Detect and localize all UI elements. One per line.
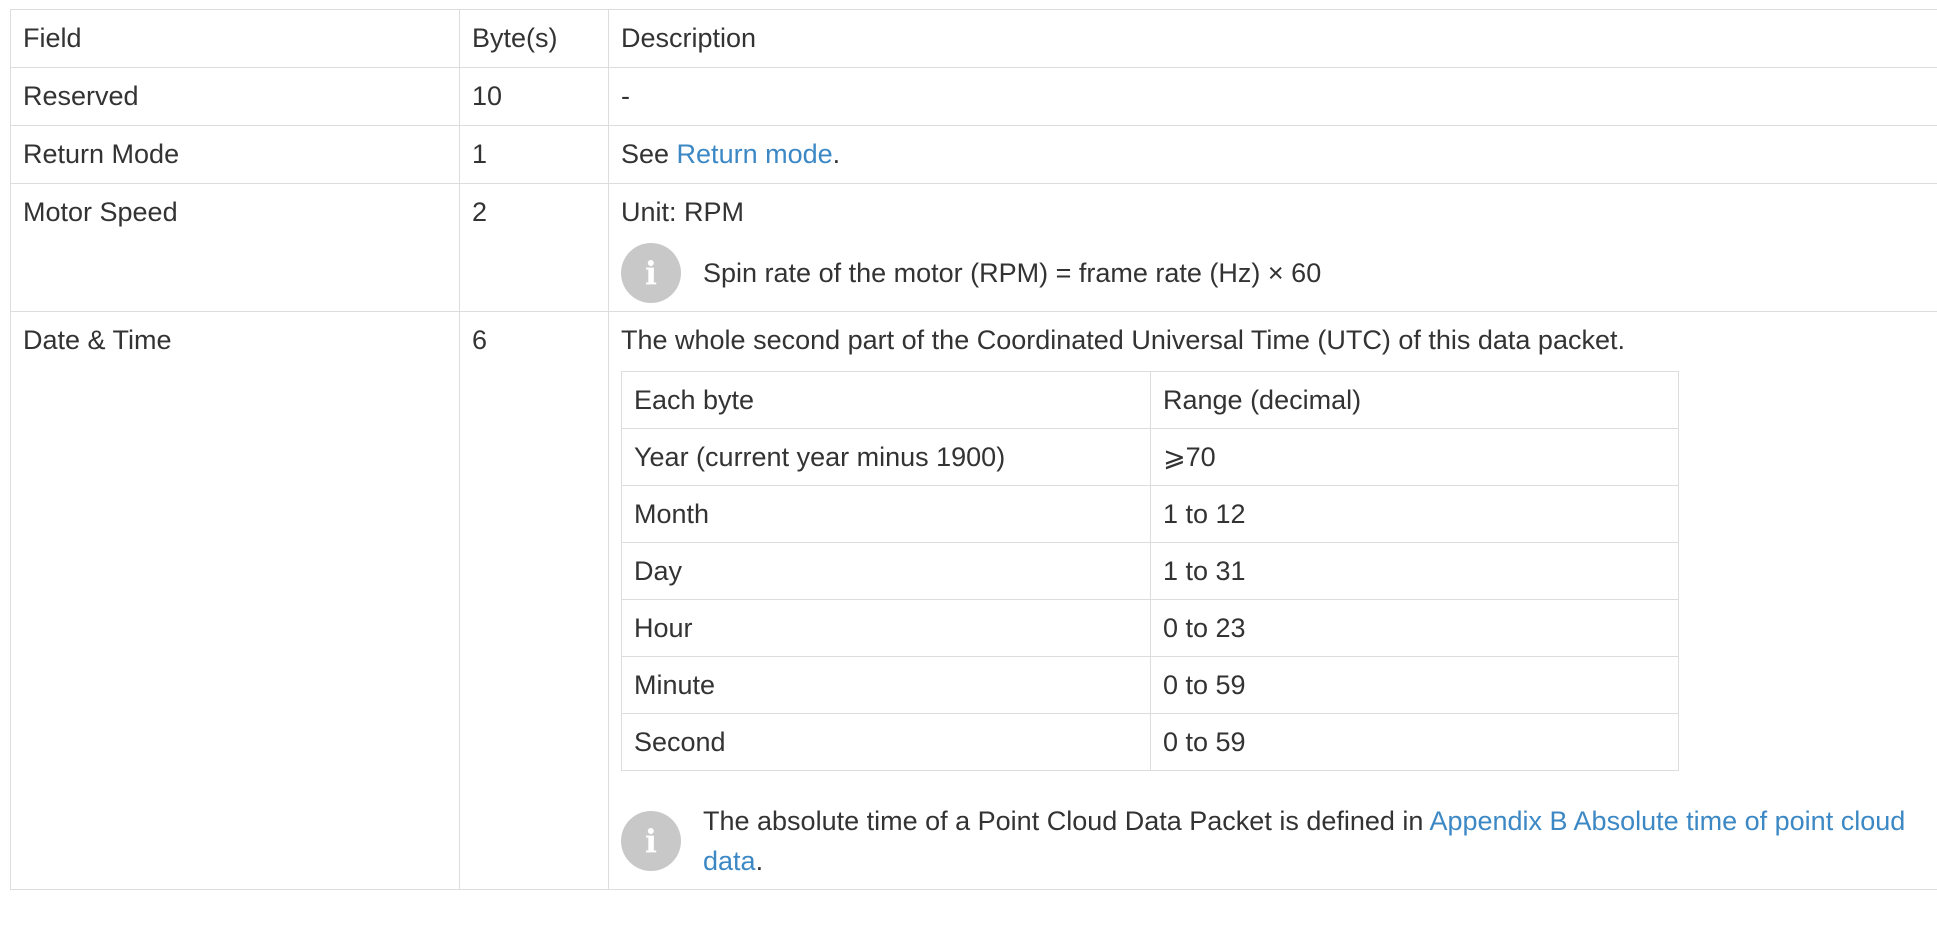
description-prefix: See <box>621 139 677 169</box>
description-cell: The whole second part of the Coordinated… <box>608 311 1937 890</box>
byte-name-cell: Day <box>621 542 1151 600</box>
field-cell: Date & Time <box>10 311 460 890</box>
bytes-cell: 6 <box>459 311 609 890</box>
byte-name-cell: Minute <box>621 656 1151 714</box>
subtable-row: Day 1 to 31 <box>621 542 1679 600</box>
range-cell: 0 to 59 <box>1150 656 1679 714</box>
description-cell: - <box>608 67 1937 126</box>
field-cell: Motor Speed <box>10 183 460 312</box>
bytes-cell: 1 <box>459 125 609 184</box>
range-cell: 0 to 23 <box>1150 599 1679 657</box>
header-bytes: Byte(s) <box>459 9 609 68</box>
subtable-row: Year (current year minus 1900) ⩾70 <box>621 428 1679 486</box>
intro-text: The whole second part of the Coordinated… <box>621 325 1625 355</box>
fields-table: Field Byte(s) Description Reserved 10 - … <box>10 9 1937 890</box>
table-row: Return Mode 1 See Return mode. <box>10 125 1937 184</box>
subtable-row: Second 0 to 59 <box>621 713 1679 771</box>
field-cell: Return Mode <box>10 125 460 184</box>
subtable-header-row: Each byte Range (decimal) <box>621 371 1679 429</box>
table-row: Motor Speed 2 Unit: RPM i Spin rate of t… <box>10 183 1937 312</box>
field-cell: Reserved <box>10 67 460 126</box>
byte-name-cell: Hour <box>621 599 1151 657</box>
info-note: i Spin rate of the motor (RPM) = frame r… <box>621 243 1937 303</box>
byte-name-cell: Year (current year minus 1900) <box>621 428 1151 486</box>
subtable-row: Month 1 to 12 <box>621 485 1679 543</box>
range-cell: ⩾70 <box>1150 428 1679 486</box>
table-header-row: Field Byte(s) Description <box>10 9 1937 68</box>
description-cell: Unit: RPM i Spin rate of the motor (RPM)… <box>608 183 1937 312</box>
note-prefix: The absolute time of a Point Cloud Data … <box>703 806 1430 836</box>
header-description: Description <box>608 9 1937 68</box>
byte-name-cell: Month <box>621 485 1151 543</box>
table-row: Reserved 10 - <box>10 67 1937 126</box>
unit-text: Unit: RPM <box>621 197 745 227</box>
range-cell: 1 to 31 <box>1150 542 1679 600</box>
range-cell: 0 to 59 <box>1150 713 1679 771</box>
date-time-subtable: Each byte Range (decimal) Year (current … <box>621 371 1679 771</box>
header-each-byte: Each byte <box>621 371 1151 429</box>
description-cell: See Return mode. <box>608 125 1937 184</box>
subtable-row: Hour 0 to 23 <box>621 599 1679 657</box>
bytes-cell: 2 <box>459 183 609 312</box>
table-row: Date & Time 6 The whole second part of t… <box>10 311 1937 890</box>
note-text: Spin rate of the motor (RPM) = frame rat… <box>703 258 1322 288</box>
note-text: The absolute time of a Point Cloud Data … <box>703 801 1937 881</box>
bytes-cell: 10 <box>459 67 609 126</box>
range-cell: 1 to 12 <box>1150 485 1679 543</box>
subtable-row: Minute 0 to 59 <box>621 656 1679 714</box>
info-icon: i <box>621 811 681 871</box>
header-range: Range (decimal) <box>1150 371 1679 429</box>
info-note: i The absolute time of a Point Cloud Dat… <box>621 801 1937 881</box>
return-mode-link[interactable]: Return mode <box>677 139 833 169</box>
info-icon: i <box>621 243 681 303</box>
description-suffix: . <box>832 139 841 169</box>
note-suffix: . <box>755 846 764 876</box>
byte-name-cell: Second <box>621 713 1151 771</box>
header-field: Field <box>10 9 460 68</box>
